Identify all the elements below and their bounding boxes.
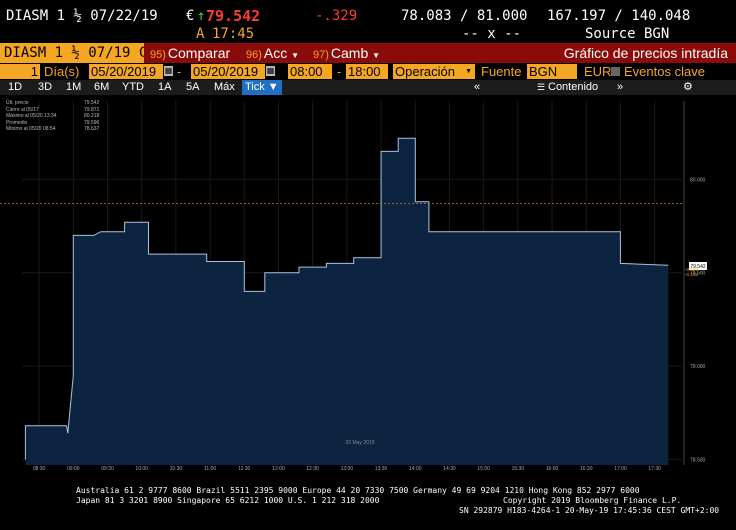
x-tick-label: 14:00 [409,466,422,472]
quote-time: 17:45 [212,26,255,42]
y-tick-label: 78.500 [690,457,706,463]
footer-copyright: Copyright 2019 Bloomberg Finance L.P. [503,496,682,505]
change-number: 97) [313,49,329,61]
actions-label: Acc [263,45,288,61]
actions-button[interactable]: 96) Acc ▼ [246,43,299,63]
chevron-down-icon: ▼ [291,51,300,60]
time-separator: - [337,64,342,79]
legend-value: 78.637 [84,126,100,132]
tick-dropdown[interactable]: Tick ▼ [242,80,282,95]
compare-number: 95) [150,49,166,61]
start-date-field[interactable]: 05/20/2019 [89,64,163,79]
y-tick-label: 79.000 [690,364,706,370]
end-date-field[interactable]: 05/20/2019 [191,64,265,79]
legend-row: Mínimo al 05/20 08:54 78.637 [6,126,99,133]
x-tick-label: 17:30 [648,466,661,472]
period-value-field[interactable]: 1 [0,64,40,79]
page-title: Gráfico de precios intradía [563,45,728,61]
actions-number: 96) [246,49,262,61]
tab-5a[interactable]: 5A [186,80,199,95]
footer-contacts-line2: Japan 81 3 3201 8900 Singapore 65 6212 1… [76,496,380,505]
chevron-down-icon: ▼ [465,68,472,75]
legend-label: Máximo al 05/20 13:34 [6,113,57,119]
collapse-left-icon[interactable]: « [474,80,480,95]
legend-label: Mínimo al 05/20 08:54 [6,126,56,132]
ticker-field[interactable]: DIASM 1 ½ 07/19 C [0,43,144,63]
bid-ask-size: 167.197 / 140.048 [547,8,691,24]
currency-symbol: € [186,8,195,24]
x-tick-label: 11:00 [204,466,216,472]
time-prefix: A [196,26,205,42]
up-arrow-icon: ↑ [197,8,206,24]
quote-header: DIASM 1 ½ 07/22/19 € ↑ 79.542 -.329 78.0… [0,0,736,43]
x-axis-date-label: 20 May 2019 [346,440,375,446]
tab-1m[interactable]: 1M [66,80,81,95]
x-tick-label: 16:30 [580,466,593,472]
tab-1a[interactable]: 1A [158,80,171,95]
price-source: Source BGN [585,26,670,42]
y-tick-label: 80.000 [690,177,706,183]
x-tick-label: 10:00 [135,466,148,472]
mode-select[interactable]: Operación ▼ [393,64,475,79]
mode-value: Operación [395,64,455,79]
intraday-price-chart[interactable]: 08:30 09:00 09:30 10:00 10:30 11:00 11:30 12:00… [0,95,736,480]
end-time-field[interactable]: 18:00 [346,64,388,79]
expand-right-icon[interactable]: » [617,80,623,95]
tab-3d[interactable]: 3D [38,80,52,95]
source-label: Fuente [481,64,522,79]
x-tick-label: 12:00 [272,466,285,472]
last-price: 79.542 [206,7,261,25]
bid-ask: 78.083 / 81.000 [401,8,528,24]
x-tick-label: 12:30 [306,466,319,472]
period-tabs: 1D 3D 1M 6M YTD 1A 5A Máx Tick ▼ « ☰ Con… [0,80,736,95]
x-tick-label: 13:30 [375,466,388,472]
change-button[interactable]: 97) Camb ▼ [313,43,380,63]
change-label-2: -0.415 [685,272,698,277]
net-change: -.329 [315,8,358,24]
contents-button[interactable]: Contenido [548,80,598,95]
legend-label: Cierre al 05/17 [6,106,39,113]
compare-button[interactable]: 95) Comparar [150,43,230,63]
key-events-label: Eventos clave [624,64,705,79]
x-tick-label: 14:30 [443,466,456,472]
legend-label: Últ. precio [6,100,29,106]
x-tick-label: 11:30 [238,466,250,472]
gear-icon[interactable]: ⚙ [683,80,693,95]
x-tick-label: 09:30 [101,466,114,472]
x-tick-label: 15:30 [512,466,525,472]
chart-legend: Últ. precio 79.542 Cierre al 05/17 79.87… [6,100,99,133]
security-ticker: DIASM 1 ½ 07/22/19 [6,8,158,24]
x-tick-label: 09:00 [67,466,80,472]
x-tick-label: 16:00 [546,466,559,472]
volume-dashes: -- x -- [462,26,522,42]
calendar-icon[interactable]: ▦ [164,66,173,76]
x-tick-label: 10:30 [170,466,183,472]
source-field[interactable]: BGN [527,64,577,79]
key-events-checkbox[interactable] [611,67,620,76]
currency-label[interactable]: EUR [584,64,611,79]
date-separator: - [177,64,182,79]
start-time-field[interactable]: 08:00 [288,64,332,79]
legend-label: Promedio [6,119,28,126]
chevron-down-icon: ▼ [372,51,381,60]
chart-controls: 1 Día(s) 05/20/2019 ▦ - 05/20/2019 ▦ 08:… [0,63,736,81]
x-tick-label: 17:00 [614,466,627,472]
footer-serial: SN 292879 H183-4264-1 20-May-19 17:45:36… [459,506,720,515]
tab-max[interactable]: Máx [214,80,235,95]
change-label: Camb [330,45,369,61]
tab-1d[interactable]: 1D [8,80,22,95]
tab-6m[interactable]: 6M [94,80,109,95]
calendar-icon[interactable]: ▦ [266,66,275,76]
function-toolbar: DIASM 1 ½ 07/19 C 95) Comparar 96) Acc ▼ 9… [0,43,736,63]
footer: Australia 61 2 9777 8600 Brazil 5511 239… [0,484,736,530]
tab-ytd[interactable]: YTD [122,80,144,95]
compare-label: Comparar [167,45,231,61]
footer-contacts-line1: Australia 61 2 9777 8600 Brazil 5511 239… [76,486,640,495]
period-unit-label: Día(s) [44,64,80,79]
x-tick-label: 08:30 [33,466,46,472]
list-icon: ☰ [537,82,546,92]
x-tick-label: 15:00 [477,466,490,472]
x-tick-label: 13:00 [341,466,354,472]
